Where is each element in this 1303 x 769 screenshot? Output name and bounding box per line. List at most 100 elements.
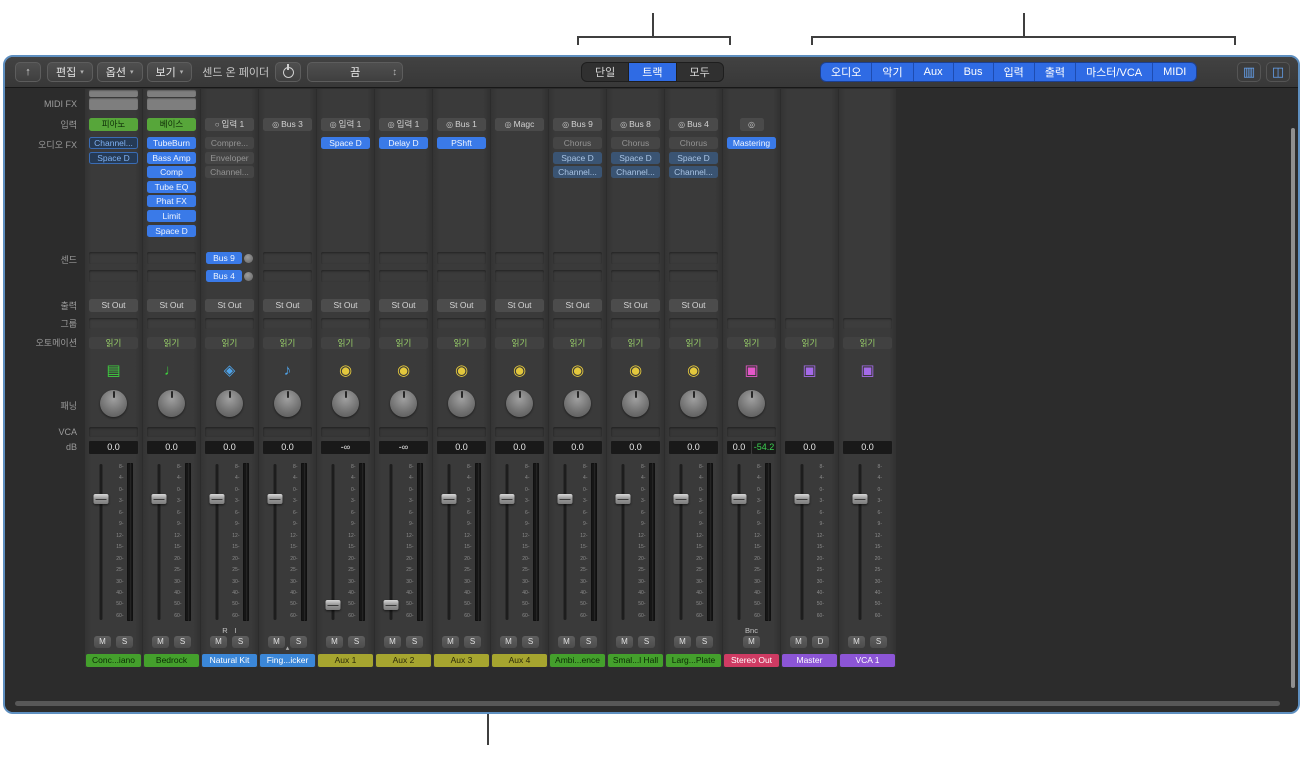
- horizontal-scrollbar[interactable]: [15, 701, 1280, 706]
- volume-value[interactable]: 0.0: [437, 441, 486, 454]
- fader-handle[interactable]: [268, 494, 283, 504]
- audio-fx-slot[interactable]: Phat FX: [147, 195, 196, 207]
- send-slot[interactable]: Bus 4: [206, 270, 242, 282]
- fader-track[interactable]: [675, 461, 688, 623]
- volume-value[interactable]: 0.0: [147, 441, 196, 454]
- vca-slot[interactable]: [727, 427, 776, 437]
- dual-mixer-view-button[interactable]: ◫: [1266, 62, 1290, 82]
- send-level-knob[interactable]: [244, 272, 253, 281]
- vca-slot[interactable]: [437, 427, 486, 437]
- input-slot[interactable]: 베이스: [147, 118, 196, 131]
- group-slot[interactable]: [263, 318, 312, 329]
- fader-track[interactable]: [385, 461, 398, 623]
- send-level-knob[interactable]: [244, 254, 253, 263]
- input-slot[interactable]: ◎Bus 8: [611, 118, 660, 131]
- mute-button[interactable]: M: [210, 636, 227, 648]
- midi-fx-slot[interactable]: [89, 90, 138, 97]
- automation-mode-button[interactable]: 읽기: [727, 337, 776, 349]
- group-slot[interactable]: [147, 318, 196, 329]
- output-slot[interactable]: St Out: [611, 299, 660, 312]
- group-slot[interactable]: [321, 318, 370, 329]
- send-slot[interactable]: [379, 270, 428, 282]
- audio-fx-slot[interactable]: Space D: [89, 152, 138, 164]
- output-slot[interactable]: St Out: [379, 299, 428, 312]
- pan-knob[interactable]: [274, 390, 301, 417]
- fader-track[interactable]: [211, 461, 224, 623]
- vertical-scrollbar[interactable]: [1291, 128, 1295, 688]
- volume-value[interactable]: 0.0: [553, 441, 602, 454]
- volume-value[interactable]: 0.0: [727, 441, 751, 454]
- pan-knob[interactable]: [100, 390, 127, 417]
- fader-handle[interactable]: [852, 494, 867, 504]
- group-slot[interactable]: [89, 318, 138, 329]
- send-slot[interactable]: [553, 270, 602, 282]
- strip-name[interactable]: Stereo Out: [724, 654, 779, 667]
- pan-knob[interactable]: [680, 390, 707, 417]
- pan-knob[interactable]: [332, 390, 359, 417]
- group-slot[interactable]: [843, 318, 892, 329]
- strip-name[interactable]: Conc...iano: [86, 654, 141, 667]
- strip-name[interactable]: Larg...Plate: [666, 654, 721, 667]
- filter-output-button[interactable]: 출력: [1035, 63, 1076, 81]
- strip-name[interactable]: Bedrock: [144, 654, 199, 667]
- audio-fx-slot[interactable]: Space D: [553, 152, 602, 164]
- send-slot[interactable]: [611, 270, 660, 282]
- solo-button[interactable]: S: [464, 636, 481, 648]
- volume-value[interactable]: -∞: [321, 441, 370, 454]
- midi-fx-slot[interactable]: [89, 98, 138, 110]
- mute-button[interactable]: M: [558, 636, 575, 648]
- send-slot[interactable]: Bus 9: [206, 252, 242, 264]
- pan-knob[interactable]: [506, 390, 533, 417]
- solo-button[interactable]: S: [522, 636, 539, 648]
- audio-fx-slot[interactable]: Mastering: [727, 137, 776, 149]
- pan-knob[interactable]: [390, 390, 417, 417]
- audio-fx-slot[interactable]: Bass Amp: [147, 152, 196, 164]
- group-slot[interactable]: [553, 318, 602, 329]
- audio-fx-slot[interactable]: Space D: [669, 152, 718, 164]
- fader-track[interactable]: [327, 461, 340, 623]
- audio-fx-slot[interactable]: Channel...: [89, 137, 138, 149]
- send-slot[interactable]: [321, 270, 370, 282]
- strip-name[interactable]: Master: [782, 654, 837, 667]
- segment-tracks-button[interactable]: 트랙: [629, 63, 676, 81]
- fader-track[interactable]: [153, 461, 166, 623]
- audio-fx-slot[interactable]: Channel...: [553, 166, 602, 178]
- vca-slot[interactable]: [321, 427, 370, 437]
- output-slot[interactable]: St Out: [89, 299, 138, 312]
- solo-button[interactable]: S: [406, 636, 423, 648]
- group-slot[interactable]: [379, 318, 428, 329]
- strip-name[interactable]: Aux 2: [376, 654, 431, 667]
- vca-slot[interactable]: [611, 427, 660, 437]
- mute-button[interactable]: M: [500, 636, 517, 648]
- strip-name[interactable]: Aux 3: [434, 654, 489, 667]
- send-slot[interactable]: [321, 252, 370, 264]
- audio-fx-slot[interactable]: Comp: [147, 166, 196, 178]
- group-slot[interactable]: [611, 318, 660, 329]
- group-slot[interactable]: [437, 318, 486, 329]
- audio-fx-slot[interactable]: Delay D: [379, 137, 428, 149]
- audio-fx-slot[interactable]: Space D: [321, 137, 370, 149]
- output-slot[interactable]: St Out: [553, 299, 602, 312]
- segment-all-button[interactable]: 모두: [677, 63, 723, 81]
- audio-fx-slot[interactable]: Channel...: [669, 166, 718, 178]
- solo-button[interactable]: S: [232, 636, 249, 648]
- automation-mode-button[interactable]: 읽기: [785, 337, 834, 349]
- send-slot[interactable]: [263, 252, 312, 264]
- audio-fx-slot[interactable]: Compre...: [205, 137, 254, 149]
- audio-fx-slot[interactable]: Chorus: [611, 137, 660, 149]
- vca-slot[interactable]: [495, 427, 544, 437]
- filter-input-button[interactable]: 입력: [994, 63, 1035, 81]
- automation-mode-button[interactable]: 읽기: [379, 337, 428, 349]
- audio-fx-slot[interactable]: Space D: [147, 225, 196, 237]
- send-slot[interactable]: [669, 252, 718, 264]
- vca-slot[interactable]: [553, 427, 602, 437]
- audio-fx-slot[interactable]: Limit: [147, 210, 196, 222]
- output-slot[interactable]: St Out: [205, 299, 254, 312]
- volume-value[interactable]: -∞: [379, 441, 428, 454]
- segment-single-button[interactable]: 단일: [582, 63, 629, 81]
- volume-value[interactable]: 0.0: [611, 441, 660, 454]
- automation-mode-button[interactable]: 읽기: [263, 337, 312, 349]
- strip-name[interactable]: Aux 4: [492, 654, 547, 667]
- audio-fx-slot[interactable]: Chorus: [553, 137, 602, 149]
- sends-on-fader-power-button[interactable]: [275, 62, 301, 82]
